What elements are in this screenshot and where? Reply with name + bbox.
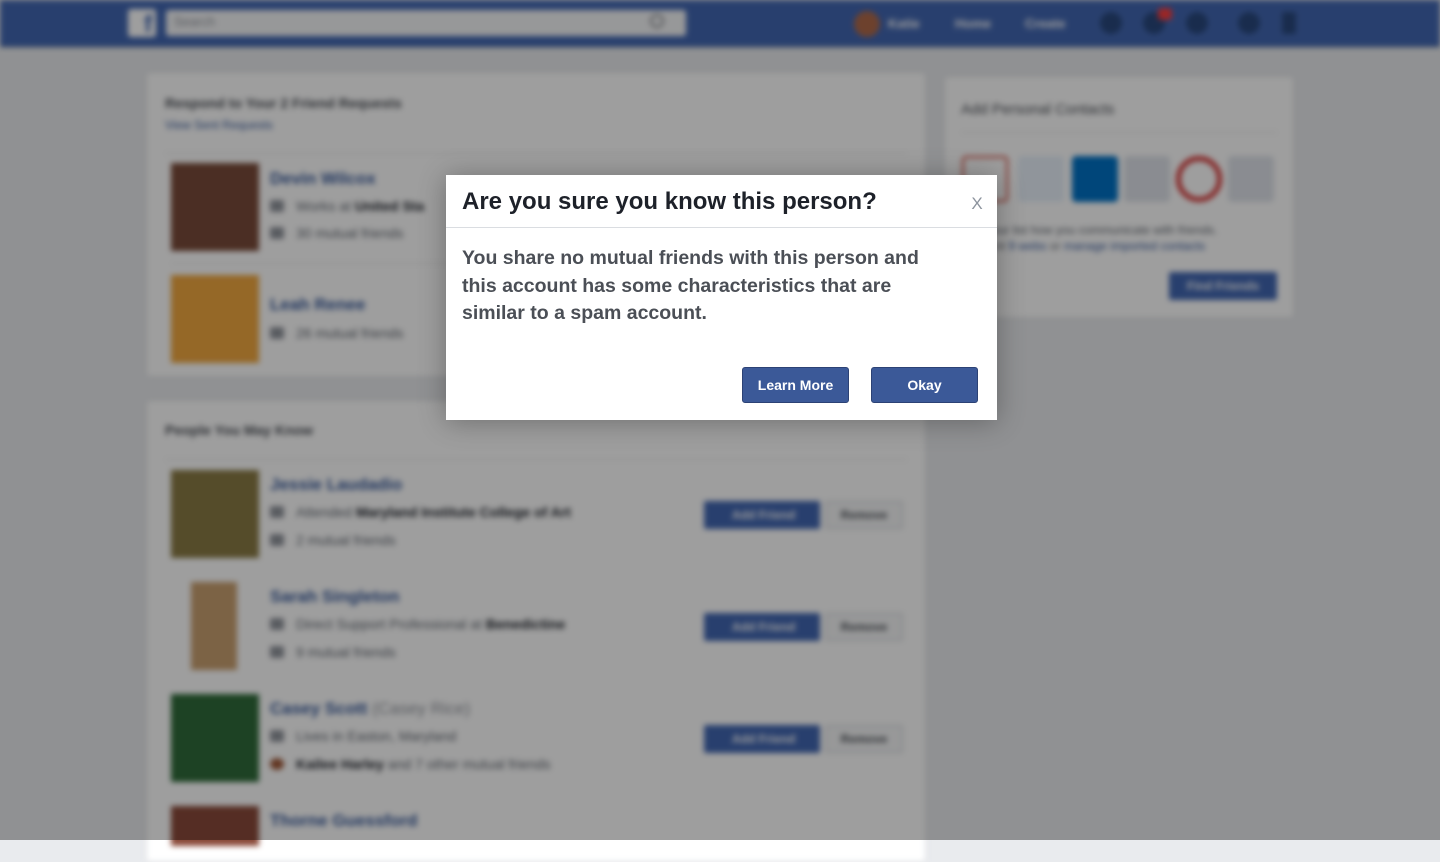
- close-icon[interactable]: X: [966, 193, 988, 215]
- dialog-message: You share no mutual friends with this pe…: [462, 247, 919, 324]
- modal-backdrop[interactable]: [0, 0, 1440, 840]
- learn-more-button[interactable]: Learn More: [742, 367, 849, 403]
- spam-warning-dialog: Are you sure you know this person? X You…: [446, 175, 997, 420]
- okay-button[interactable]: Okay: [871, 367, 978, 403]
- dialog-divider: [446, 227, 997, 228]
- dialog-title: Are you sure you know this person?: [462, 188, 877, 215]
